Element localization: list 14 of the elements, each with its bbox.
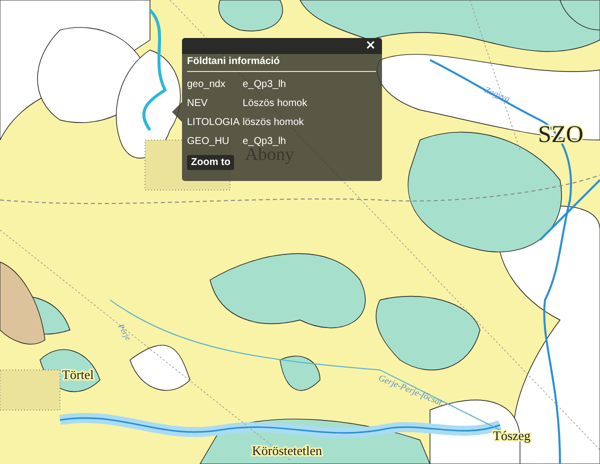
field-name: GEO_HU bbox=[187, 136, 230, 147]
waterway-label: Zagyva bbox=[483, 84, 512, 104]
field-value: Löszös homok bbox=[242, 98, 308, 109]
field-name: LITOLOGIA bbox=[187, 117, 240, 128]
field-value: löszös homok bbox=[242, 117, 305, 128]
field-value: e_Qp3_lh bbox=[242, 79, 287, 90]
place-label: Törtel bbox=[62, 367, 94, 382]
zoom-to-button[interactable]: Zoom to bbox=[187, 155, 234, 170]
field-value: e_Qp3_lh bbox=[242, 136, 287, 147]
place-label: Köröstetetlen bbox=[252, 443, 322, 458]
popup-title: Földtani információ bbox=[187, 56, 376, 72]
field-name: NEV bbox=[187, 98, 209, 109]
field-name: geo_ndx bbox=[187, 79, 226, 90]
close-button[interactable]: × bbox=[359, 39, 382, 53]
